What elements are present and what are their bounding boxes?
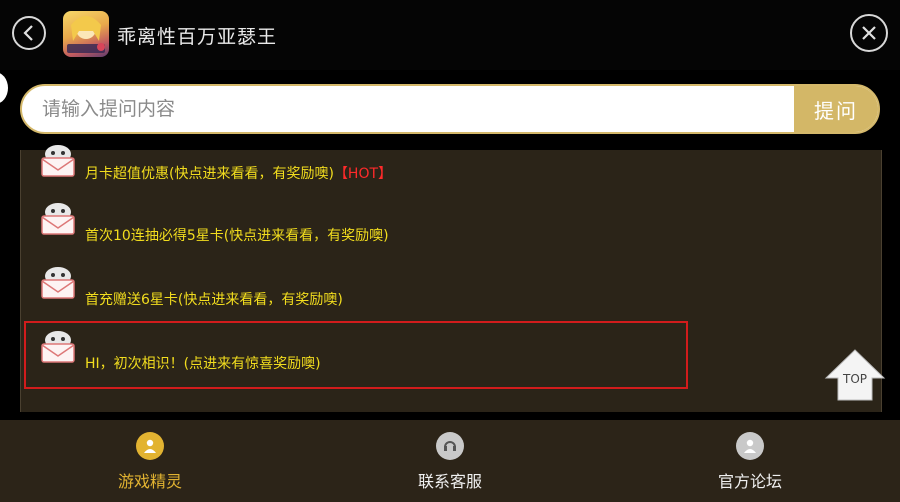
list-item-text: 首充赠送6星卡(快点进来看看，有奖励噢) [85,292,343,308]
hot-badge: 【HOT】 [333,166,393,182]
nav-label: 游戏精灵 [117,472,182,491]
nav-label: 官方论坛 [717,472,782,491]
list-item-text: 月卡超值优惠(快点进来看看，有奖励噢)【HOT】 [85,166,393,182]
back-button[interactable] [12,16,46,50]
user-icon [136,432,164,460]
mascot-mail-icon [41,203,75,235]
ask-button[interactable]: 提问 [794,86,878,132]
scroll-top-button[interactable]: TOP [822,342,888,408]
list-item-text: 首次10连抽必得5星卡(快点进来看看，有奖励噢) [85,228,389,244]
app-icon [63,11,109,57]
header-bar: 乖离性百万亚瑟王 [0,0,900,70]
top-label: TOP [842,372,867,386]
app-title: 乖离性百万亚瑟王 [117,26,278,48]
mascot-mail-icon [41,267,75,299]
bottom-nav: 游戏精灵 联系客服 官方论坛 [0,420,900,502]
list-item[interactable]: 月卡超值优惠(快点进来看看，有奖励噢)【HOT】 [21,140,881,194]
close-button[interactable] [850,14,888,52]
selection-highlight [24,321,688,389]
nav-item-official-forum[interactable]: 官方论坛 [600,420,900,502]
nav-item-contact-service[interactable]: 联系客服 [300,420,600,502]
user-icon [736,432,764,460]
mascot-mail-icon [41,145,75,177]
search-bar: 提问 [20,84,880,134]
headset-icon [436,432,464,460]
search-input[interactable] [22,86,797,132]
chevron-left-icon [23,25,33,41]
side-handle[interactable] [0,72,8,104]
list-item[interactable]: 首充赠送6星卡(快点进来看看，有奖励噢) [21,262,881,316]
list-item[interactable]: 首次10连抽必得5星卡(快点进来看看，有奖励噢) [21,198,881,252]
close-icon [862,26,876,40]
nav-label: 联系客服 [417,472,482,491]
nav-item-game-spirit[interactable]: 游戏精灵 [0,420,300,502]
